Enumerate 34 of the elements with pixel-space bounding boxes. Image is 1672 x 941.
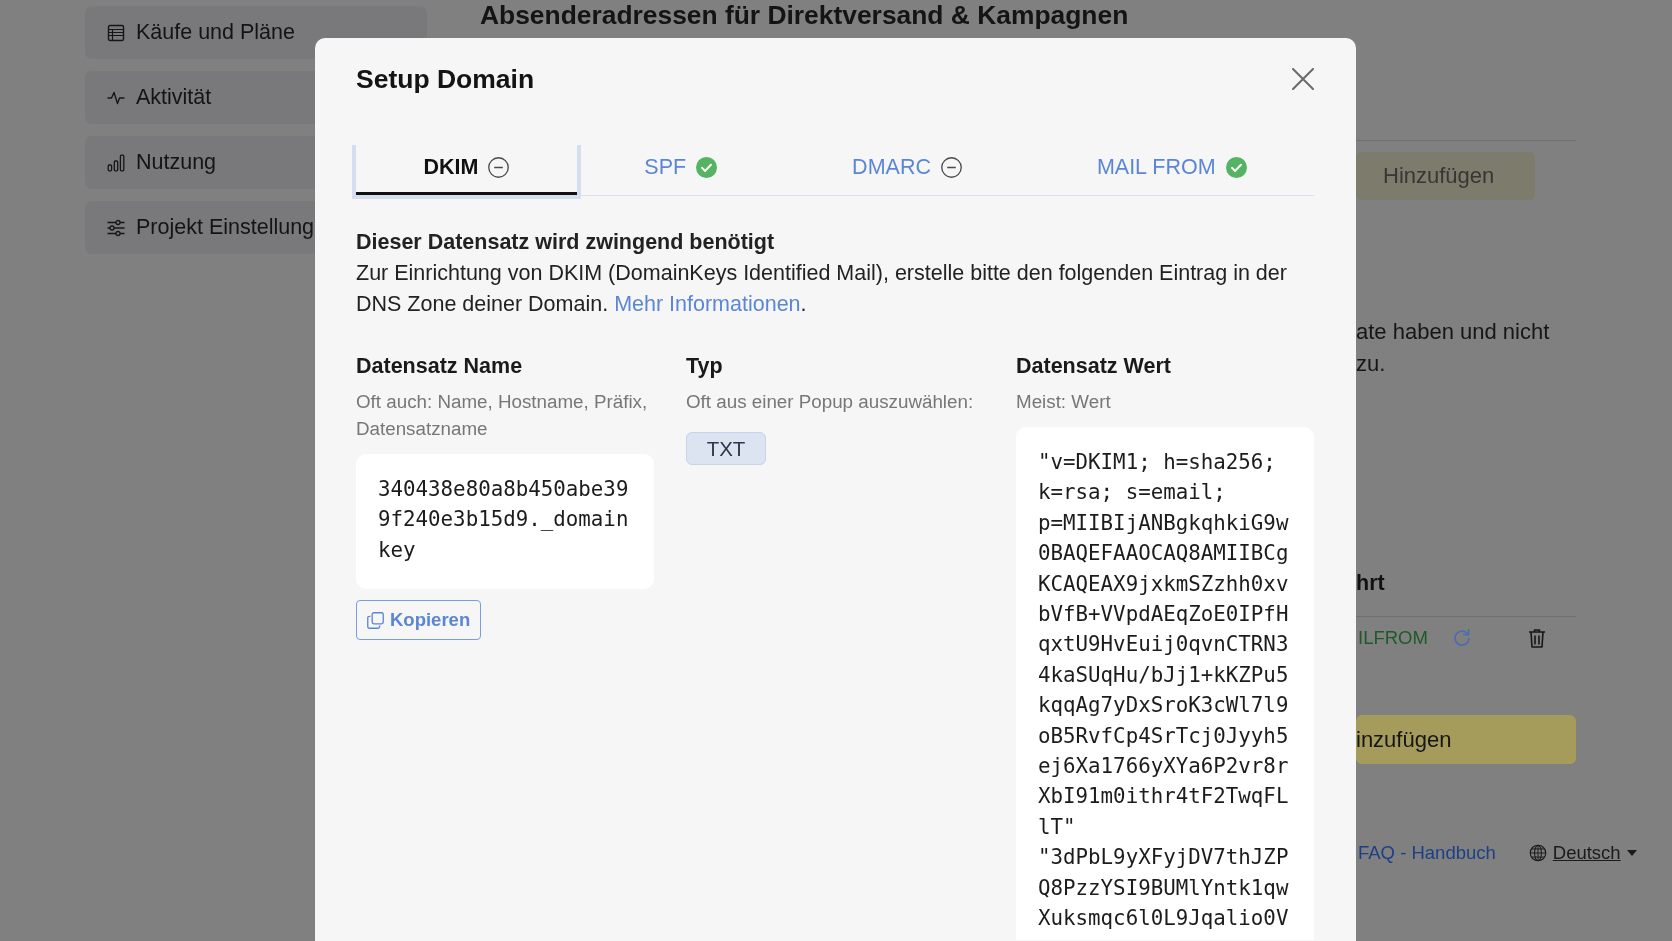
column-hint: Meist: Wert (1016, 390, 1111, 414)
bar-chart-icon (107, 153, 125, 172)
page-heading: Absenderadressen für Direktversand & Kampagnen (480, 0, 1130, 31)
more-info-link[interactable]: Mehr Informationen (614, 292, 801, 316)
tab[interactable]: DMARC (784, 141, 1030, 195)
column-heading: Typ (686, 353, 723, 380)
record-code-field: "v=DKIM1; h=sha256; k=rsa; s=email; p=MIIBIjANBgkqhkiG9w0BAQEFAAOCAQ8AMIIBCgKCAQEAX9jxkmSZzhh0xvbVfB+VVpdAEqZoE0IPfHqxtU9HvEuij0qvnCTRN34kaSUqHu/bJj1+kKZPu5kqqAg7yDxSroK3cWl7l9oB5RvfCp4SrTcj0Jyyh5ej6Xa1766yXYa6P2vr8rXbI91m0ithr4tF2TwqFLlT" "3dPbL9yXFyjDV7thJZPQ8PzzYSI9BUMlYntk1qwXuksmqc6l0L9Jqalio0V (1016, 427, 1314, 940)
trash-icon[interactable] (1527, 628, 1546, 648)
add-button[interactable]: Hinzufügen (1356, 152, 1535, 200)
section-heading: hrt (1356, 570, 1385, 597)
add-button[interactable]: inzufügen (1356, 715, 1576, 764)
column-heading: Datensatz Name (356, 353, 523, 380)
tab[interactable]: SPF (576, 141, 785, 195)
close-button[interactable] (1292, 68, 1314, 90)
info-text: ate haben und nicht (1356, 318, 1550, 346)
tab[interactable]: MAIL FROM (1029, 141, 1314, 195)
help-link[interactable]: FAQ - Handbuch (1358, 838, 1496, 868)
tab[interactable]: DKIM (356, 141, 577, 195)
table-icon (107, 23, 125, 42)
sliders-icon (107, 218, 125, 237)
record-code-field: 340438e80a8b450abe399f240e3b15d9._domainkey (356, 454, 654, 590)
caret-icon (1626, 850, 1637, 856)
description-text: Zur Einrichtung von DKIM (DomainKeys Identified Mail), erstelle bitte den folgenden Eintrag in der DNS Zone deiner Domain. Mehr Informationen. (356, 260, 1288, 318)
column-hint: Oft aus einer Popup auszuwählen: (686, 390, 974, 414)
column-hint: Oft auch: Name, Hostname, Präfix, Datensatzname (356, 390, 649, 441)
record-type-text: ILFROM (1358, 627, 1428, 649)
copy-button[interactable]: Kopieren (356, 600, 482, 641)
language-dropdown[interactable]: Deutsch (1528, 842, 1637, 864)
column-heading: Datensatz Wert (1016, 353, 1171, 380)
record-type-badge: TXT (686, 432, 766, 465)
info-text: zu. (1356, 350, 1386, 378)
globe-icon (1528, 844, 1547, 862)
copy-icon (367, 611, 384, 629)
close-icon (1292, 68, 1314, 90)
